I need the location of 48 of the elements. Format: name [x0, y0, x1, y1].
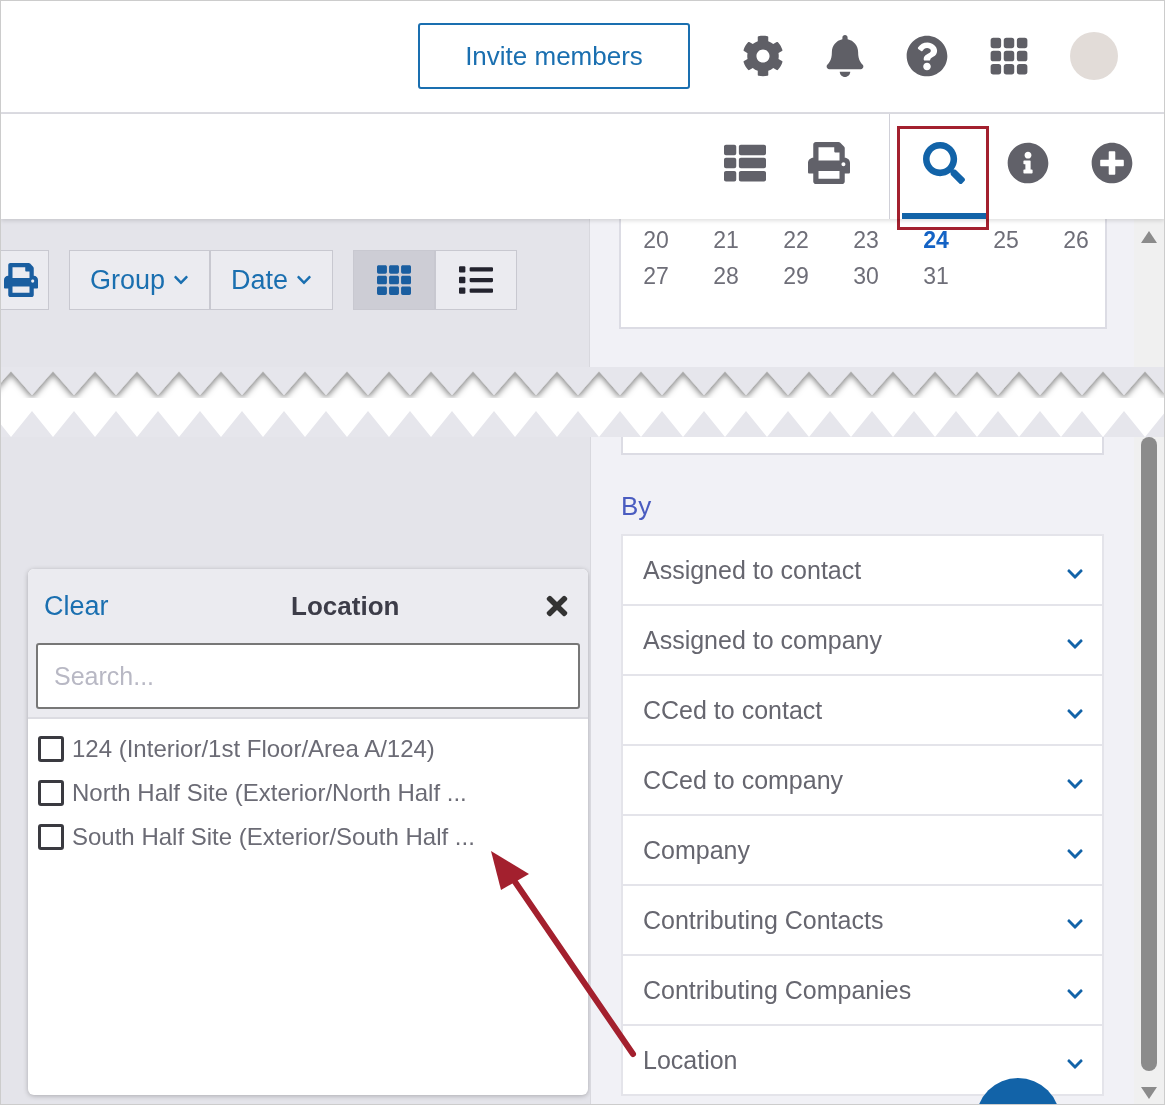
calendar-day[interactable]: 26: [1041, 227, 1112, 263]
scrollbar-thumb[interactable]: [1141, 437, 1157, 1071]
calendar-day[interactable]: 30: [831, 263, 902, 299]
plus-icon: [1091, 142, 1133, 185]
filter-accordion-item[interactable]: Assigned to company: [621, 604, 1105, 676]
calendar-day[interactable]: 27: [621, 263, 692, 299]
calendar-day[interactable]: 25: [971, 227, 1042, 263]
filter-accordion-item[interactable]: CCed to contact: [621, 674, 1105, 746]
calendar-day[interactable]: 20: [621, 227, 692, 263]
checkbox[interactable]: [38, 824, 64, 850]
option-label: 124 (Interior/1st Floor/Area A/124): [72, 735, 435, 763]
calendar-day[interactable]: 23: [831, 227, 902, 263]
list-icon: [459, 263, 494, 297]
bell-icon[interactable]: [824, 35, 866, 78]
scroll-down-icon[interactable]: [1141, 1087, 1157, 1099]
dropdown-button[interactable]: Group: [69, 250, 211, 310]
filter-accordion-item[interactable]: Company: [621, 814, 1105, 886]
scroll-up-icon[interactable]: [1141, 231, 1158, 243]
checkbox[interactable]: [38, 780, 64, 806]
calendar-day[interactable]: 21: [691, 227, 762, 263]
filter-accordion-item[interactable]: Assigned to contact: [621, 534, 1105, 606]
filter-accordion-item[interactable]: Contributing Companies: [621, 954, 1105, 1026]
dropdown-button[interactable]: Date: [210, 250, 334, 310]
search-icon: [923, 142, 965, 185]
calendar-day[interactable]: 22: [761, 227, 832, 263]
printer-icon: [808, 142, 850, 185]
filter-accordion-item[interactable]: CCed to company: [621, 744, 1105, 816]
invite-members-button[interactable]: Invite members: [418, 23, 690, 90]
help-icon[interactable]: [906, 35, 948, 78]
info-icon: [1007, 142, 1049, 185]
option-label: North Half Site (Exterior/North Half ...: [72, 779, 467, 807]
print-button[interactable]: [1, 250, 49, 310]
list-view-button[interactable]: [435, 250, 518, 310]
grid-view-button[interactable]: [353, 250, 436, 310]
filter-accordion-item[interactable]: Contributing Contacts: [621, 884, 1105, 956]
section-heading: By: [621, 491, 653, 522]
checkbox[interactable]: [38, 736, 64, 762]
settings-icon[interactable]: [742, 35, 784, 78]
filter-accordion-item[interactable]: Location: [621, 1024, 1105, 1096]
option-label: South Half Site (Exterior/South Half ...: [72, 823, 475, 851]
calendar-day[interactable]: 28: [691, 263, 762, 299]
calendar-day[interactable]: 24: [901, 227, 972, 263]
clear-link[interactable]: Clear: [44, 590, 109, 622]
calendar-day[interactable]: 29: [761, 263, 832, 299]
search-field[interactable]: Search...: [36, 643, 580, 709]
calendar-day[interactable]: 31: [901, 263, 972, 299]
popover-title: Location: [291, 590, 400, 622]
grid-icon: [377, 263, 412, 297]
